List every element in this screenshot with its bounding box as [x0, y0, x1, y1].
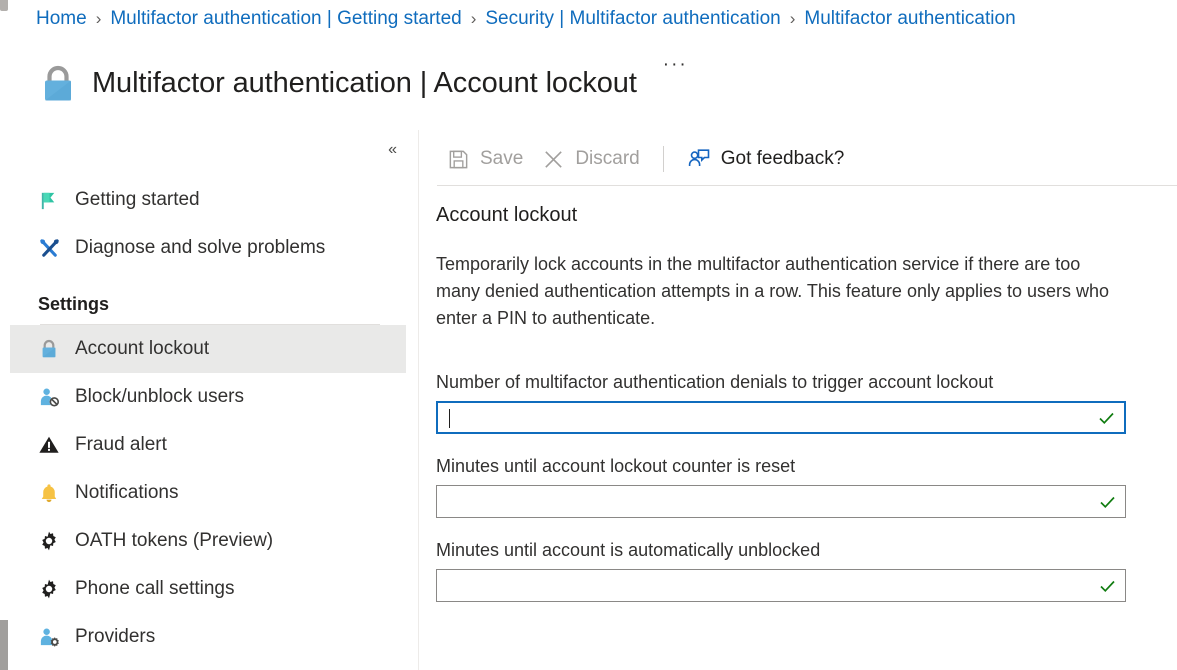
flag-icon — [36, 187, 62, 213]
page-title: Multifactor authentication | Account loc… — [92, 67, 637, 100]
sidebar-group-header-settings: Settings — [0, 284, 418, 324]
field-box-denials[interactable] — [436, 401, 1126, 434]
breadcrumb-item-mfa[interactable]: Multifactor authentication — [804, 8, 1015, 30]
sidebar-item-block-unblock-users[interactable]: Block/unblock users — [0, 373, 418, 421]
section-description: Temporarily lock accounts in the multifa… — [436, 251, 1111, 332]
lock-icon — [36, 62, 80, 106]
sidebar: « Getting started Diagnose — [0, 130, 418, 670]
tools-icon — [36, 235, 62, 261]
sidebar-item-phone-call-settings[interactable]: Phone call settings — [0, 565, 418, 613]
field-label-auto-unblock: Minutes until account is automatically u… — [436, 540, 1136, 561]
gear-icon — [36, 576, 62, 602]
sidebar-item-label: Account lockout — [75, 338, 209, 360]
counter-reset-input[interactable] — [437, 486, 1125, 517]
field-group-denials: Number of multifactor authentication den… — [436, 372, 1136, 434]
breadcrumb: Home › Multifactor authentication | Gett… — [36, 8, 1016, 30]
sidebar-item-notifications[interactable]: Notifications — [0, 469, 418, 517]
sidebar-item-label: Fraud alert — [75, 434, 167, 456]
sidebar-item-label: Phone call settings — [75, 578, 235, 600]
sidebar-item-fraud-alert[interactable]: Fraud alert — [0, 421, 418, 469]
sidebar-item-label: Notifications — [75, 482, 179, 504]
save-disk-icon — [446, 147, 470, 171]
breadcrumb-separator-icon: › — [471, 9, 477, 29]
denials-input[interactable] — [438, 403, 1124, 432]
discard-button[interactable]: Discard — [532, 140, 648, 178]
person-gear-icon — [36, 624, 62, 650]
breadcrumb-separator-icon: › — [790, 9, 796, 29]
sidebar-item-label: Getting started — [75, 189, 200, 211]
breadcrumb-item-security-mfa[interactable]: Security | Multifactor authentication — [485, 8, 780, 30]
toolbar-separator — [663, 146, 664, 172]
sidebar-item-label: OATH tokens (Preview) — [75, 530, 273, 552]
sidebar-item-label: Block/unblock users — [75, 386, 244, 408]
save-label: Save — [480, 148, 523, 170]
got-feedback-button[interactable]: Got feedback? — [678, 140, 854, 178]
field-group-auto-unblock: Minutes until account is automatically u… — [436, 540, 1136, 602]
field-box-counter-reset[interactable] — [436, 485, 1126, 518]
close-x-icon — [541, 147, 565, 171]
command-toolbar: Save Discard Got feedback? — [437, 138, 853, 180]
main-content: Account lockout Temporarily lock account… — [436, 204, 1136, 624]
person-blocked-icon — [36, 384, 62, 410]
sidebar-item-label: Providers — [75, 626, 155, 648]
breadcrumb-separator-icon: › — [96, 9, 102, 29]
field-label-counter-reset: Minutes until account lockout counter is… — [436, 456, 1136, 477]
lock-icon — [36, 336, 62, 362]
sidebar-item-account-lockout[interactable]: Account lockout — [10, 325, 406, 373]
person-feedback-icon — [687, 147, 711, 171]
section-title: Account lockout — [436, 204, 1136, 227]
sidebar-item-diagnose-and-solve-problems[interactable]: Diagnose and solve problems — [0, 224, 418, 272]
sidebar-nav-list: Getting started Diagnose and solve probl… — [0, 176, 418, 661]
sidebar-content-divider — [418, 130, 419, 670]
toolbar-divider — [437, 185, 1177, 186]
field-box-auto-unblock[interactable] — [436, 569, 1126, 602]
field-label-denials: Number of multifactor authentication den… — [436, 372, 1136, 393]
got-feedback-label: Got feedback? — [721, 148, 845, 170]
warning-triangle-icon — [36, 432, 62, 458]
more-options-button[interactable]: ··· — [663, 54, 688, 76]
save-button[interactable]: Save — [437, 140, 532, 178]
sidebar-item-getting-started[interactable]: Getting started — [0, 176, 418, 224]
text-caret — [449, 409, 450, 428]
double-chevron-left-icon[interactable]: « — [388, 142, 396, 158]
breadcrumb-item-mfa-getting-started[interactable]: Multifactor authentication | Getting sta… — [110, 8, 461, 30]
field-group-counter-reset: Minutes until account lockout counter is… — [436, 456, 1136, 518]
breadcrumb-item-home[interactable]: Home — [36, 8, 87, 30]
page-scrollbar-top[interactable] — [0, 0, 8, 11]
auto-unblock-input[interactable] — [437, 570, 1125, 601]
sidebar-item-providers[interactable]: Providers — [0, 613, 418, 661]
sidebar-item-oath-tokens[interactable]: OATH tokens (Preview) — [0, 517, 418, 565]
page-header: Multifactor authentication | Account loc… — [36, 48, 688, 120]
bell-icon — [36, 480, 62, 506]
sidebar-item-label: Diagnose and solve problems — [75, 237, 325, 259]
discard-label: Discard — [575, 148, 639, 170]
gear-icon — [36, 528, 62, 554]
